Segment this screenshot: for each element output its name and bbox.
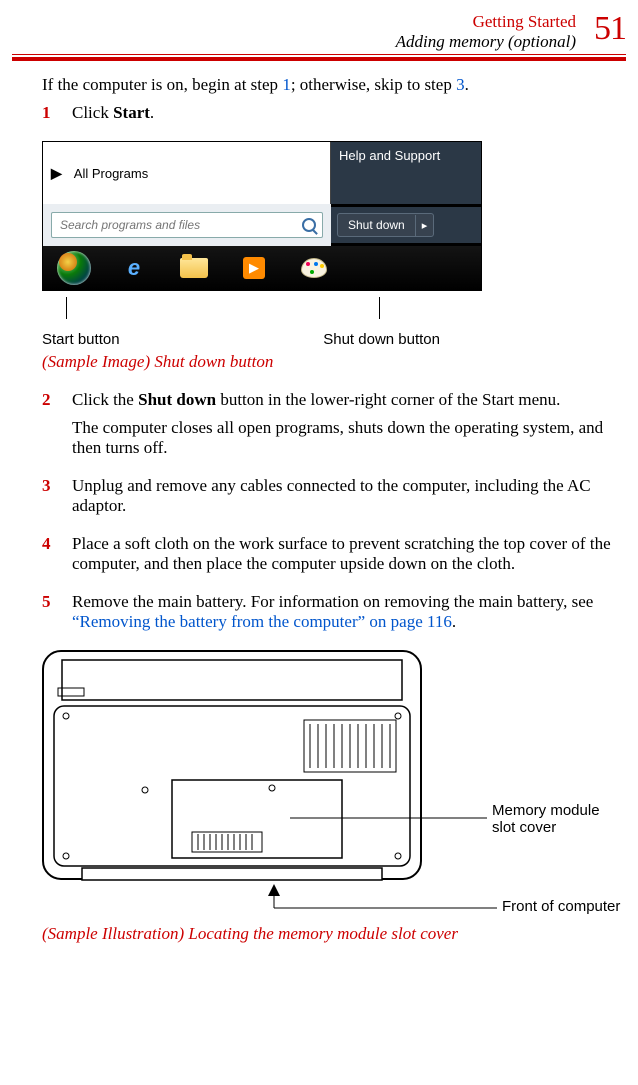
arrow-right-icon: ▶ <box>51 165 62 182</box>
step-number: 2 <box>42 390 58 466</box>
windows-orb-icon <box>57 251 91 285</box>
step-text: Unplug and remove any cables connected t… <box>72 476 620 516</box>
step-3: 3 Unplug and remove any cables connected… <box>42 476 620 524</box>
step-link-3[interactable]: 3 <box>456 75 465 94</box>
header-rule-thick <box>12 57 626 61</box>
step-number: 3 <box>42 476 58 524</box>
start-label-bold: Start <box>113 103 150 122</box>
step-text: Remove the main battery. For information… <box>72 592 593 611</box>
folder-icon <box>180 258 208 278</box>
step-5: 5 Remove the main battery. For informati… <box>42 592 620 640</box>
step-text: Click the <box>72 390 138 409</box>
chevron-right-icon[interactable]: ▸ <box>415 215 434 236</box>
intro-text: If the computer is on, begin at step <box>42 75 282 94</box>
taskbar-paint-button[interactable] <box>287 250 341 286</box>
caption-sample-image: (Sample Image) Shut down button <box>42 352 626 372</box>
caption-sample-illustration: (Sample Illustration) Locating the memor… <box>42 924 626 944</box>
search-field[interactable] <box>58 217 302 233</box>
callout-line-shutdown <box>379 297 380 319</box>
step-text: Click <box>72 103 113 122</box>
step-text: The computer closes all open programs, s… <box>72 418 620 458</box>
shut-down-bold: Shut down <box>138 390 216 409</box>
chapter-title: Getting Started <box>396 12 576 32</box>
intro-text: . <box>465 75 469 94</box>
step-number: 1 <box>42 103 58 131</box>
taskbar: e ▶ <box>43 246 481 290</box>
callout-shut-down-button: Shut down button <box>323 331 440 348</box>
cross-reference-link[interactable]: “Removing the battery from the computer”… <box>72 612 452 631</box>
intro-text: ; otherwise, skip to step <box>291 75 456 94</box>
intro-paragraph: If the computer is on, begin at step 1; … <box>42 75 620 95</box>
header-rule-thin <box>12 54 626 55</box>
callout-front-of-computer: Front of computer <box>502 898 620 915</box>
search-icon <box>302 218 316 232</box>
step-4: 4 Place a soft cloth on the work surface… <box>42 534 620 582</box>
ie-icon: e <box>128 255 140 281</box>
all-programs-label: All Programs <box>74 166 148 181</box>
page-number: 51 <box>594 12 626 46</box>
start-orb-button[interactable] <box>47 250 101 286</box>
step-number: 5 <box>42 592 58 640</box>
taskbar-media-button[interactable]: ▶ <box>227 250 281 286</box>
step-text: Place a soft cloth on the work surface t… <box>72 534 620 574</box>
step-number: 4 <box>42 534 58 582</box>
help-support-link[interactable]: Help and Support <box>339 148 440 163</box>
step-link-1[interactable]: 1 <box>282 75 291 94</box>
all-programs-row[interactable]: ▶ All Programs <box>43 142 331 204</box>
callout-memory-module: Memory module slot cover <box>492 802 622 836</box>
laptop-bottom-illustration <box>42 650 622 918</box>
step-1: 1 Click Start. <box>42 103 620 131</box>
media-player-icon: ▶ <box>243 257 265 279</box>
section-title: Adding memory (optional) <box>396 32 576 52</box>
start-menu-screenshot: ▶ All Programs Help and Support Shut dow… <box>42 141 482 291</box>
taskbar-explorer-button[interactable] <box>167 250 221 286</box>
step-text: . <box>452 612 456 631</box>
step-2: 2 Click the Shut down button in the lowe… <box>42 390 620 466</box>
step-text: button in the lower-right corner of the … <box>216 390 560 409</box>
taskbar-ie-button[interactable]: e <box>107 250 161 286</box>
shut-down-button[interactable]: Shut down ▸ <box>337 213 434 237</box>
callout-start-button: Start button <box>42 331 323 348</box>
paint-palette-icon <box>301 258 327 278</box>
search-input[interactable] <box>51 212 323 238</box>
step-text: . <box>150 103 154 122</box>
shut-down-label: Shut down <box>338 214 415 236</box>
